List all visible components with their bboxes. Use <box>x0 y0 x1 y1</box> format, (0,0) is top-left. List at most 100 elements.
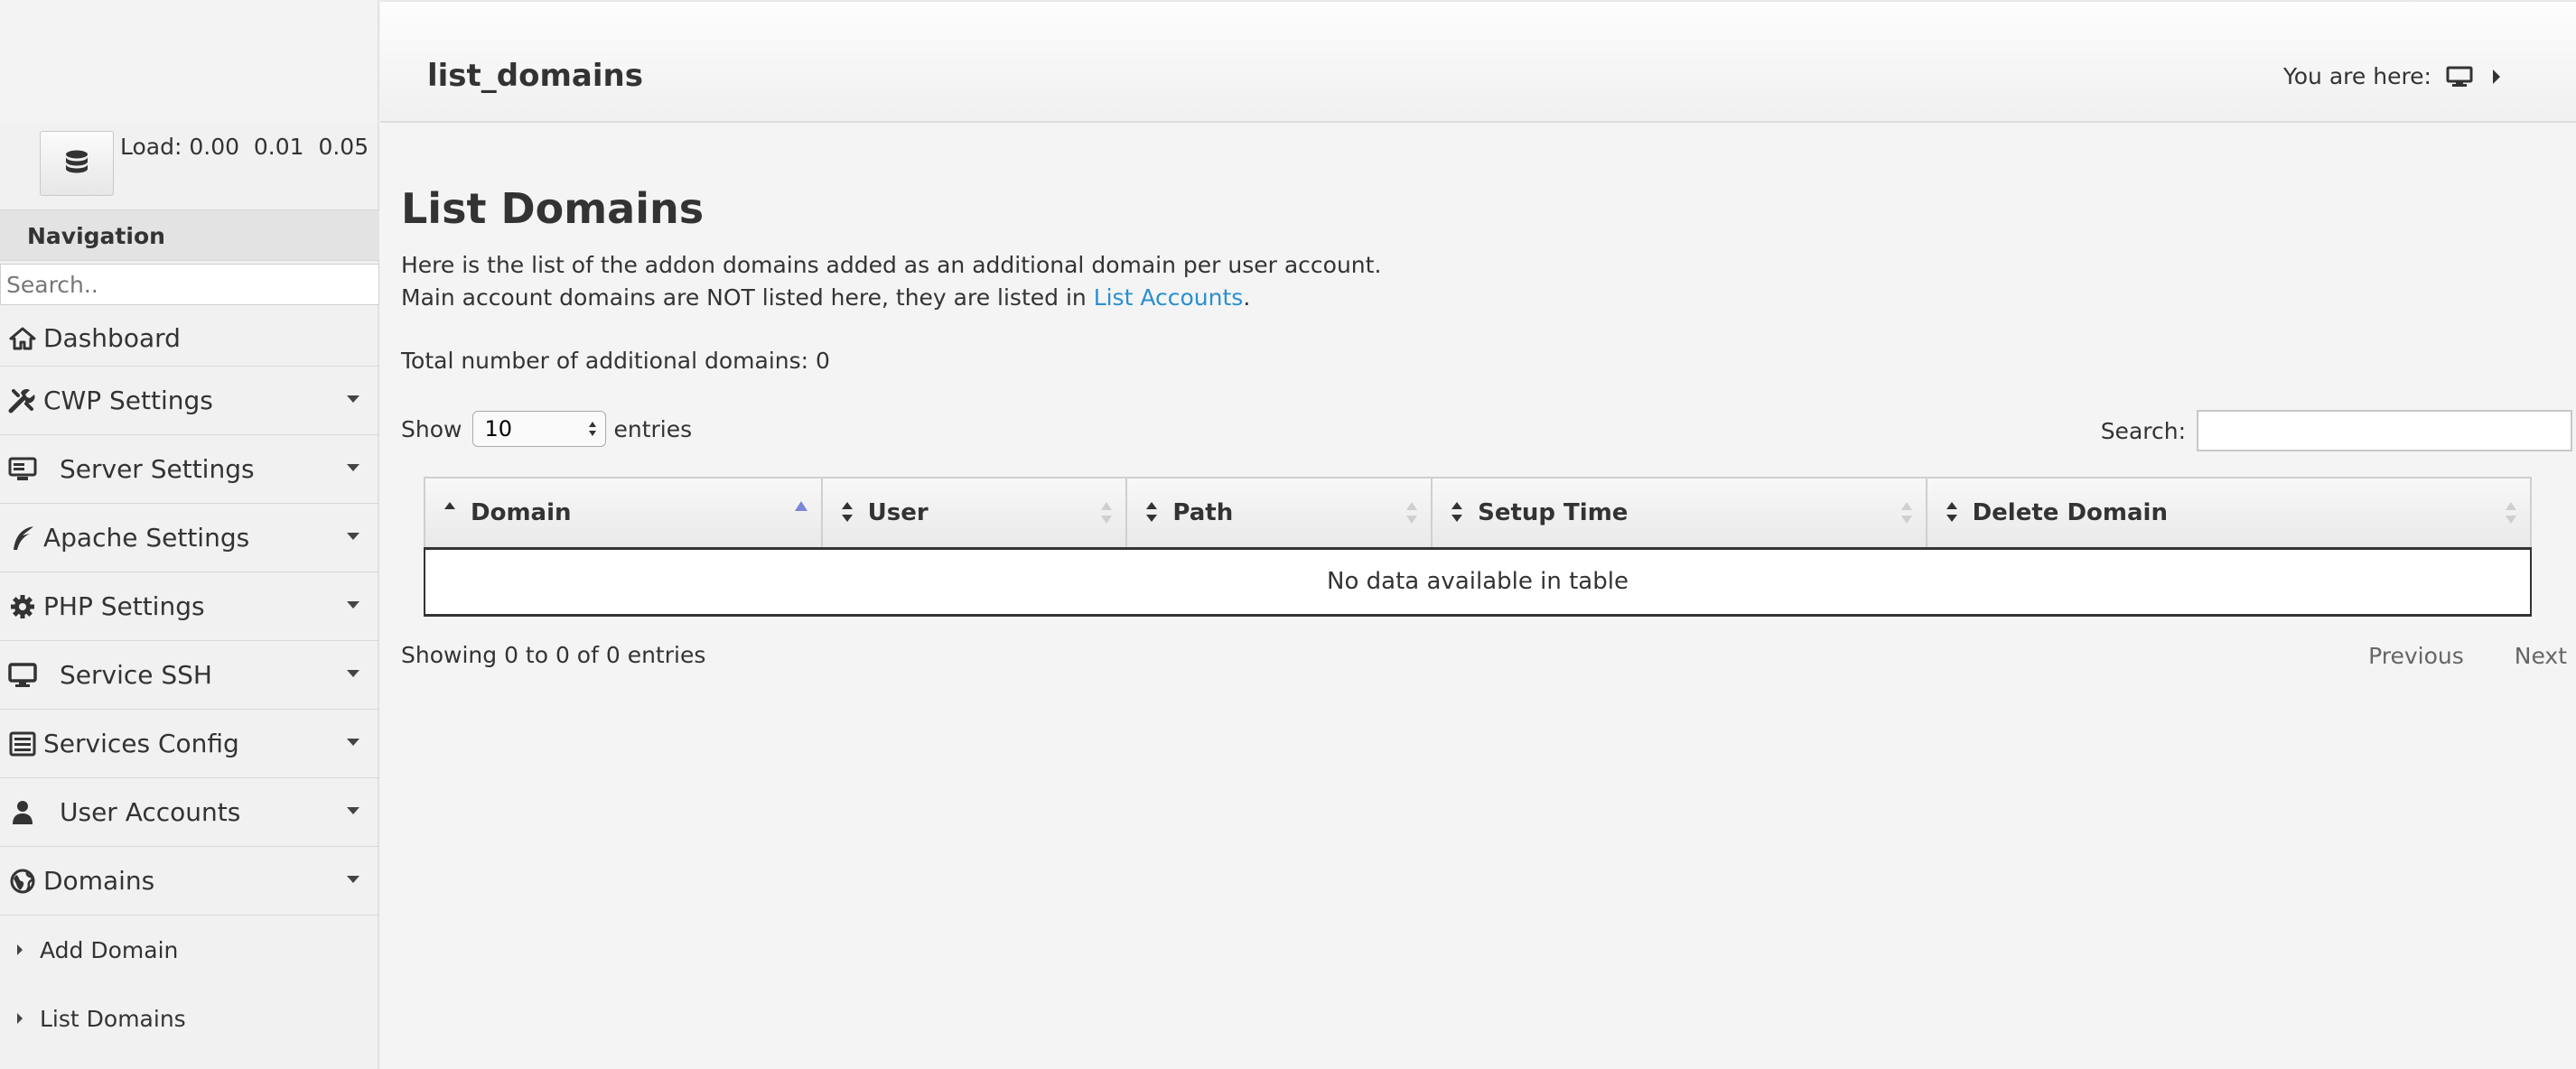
sidebar-subitem-label: List Domains <box>40 1005 186 1032</box>
chevron-down-icon <box>347 876 359 883</box>
column-header-delete-domain[interactable]: Delete Domain <box>1925 477 2533 550</box>
chevron-right-icon <box>17 1013 23 1024</box>
sidebar-item-label: CWP Settings <box>43 386 213 415</box>
sidebar-item-label: PHP Settings <box>43 591 205 621</box>
chevron-down-icon <box>347 464 359 471</box>
sidebar-item-domains[interactable]: Domains <box>0 847 379 916</box>
sidebar-item-label: Apache Settings <box>43 523 250 553</box>
stack-icon <box>7 729 38 759</box>
column-label: Path <box>1172 498 1234 526</box>
sort-inactive-icon <box>2506 502 2516 524</box>
home-icon <box>7 323 38 354</box>
total-domains: Total number of additional domains: 0 <box>401 348 830 374</box>
description-line-2: Main account domains are NOT listed here… <box>401 282 1381 314</box>
chevron-down-icon <box>347 739 359 746</box>
description: Here is the list of the addon domains ad… <box>401 249 1381 314</box>
entries-select-wrap: 10 <box>462 411 613 447</box>
description-text: . <box>1243 284 1251 311</box>
column-label: Setup Time <box>1478 498 1629 526</box>
sort-inactive-icon <box>1101 502 1113 524</box>
sidebar-item-label: Service SSH <box>60 660 212 690</box>
sidebar-item-label: Services Config <box>43 729 239 758</box>
list-accounts-link[interactable]: List Accounts <box>1094 284 1244 311</box>
chevron-down-icon <box>347 807 359 814</box>
sort-asc-icon <box>444 502 455 509</box>
previous-button[interactable]: Previous <box>2368 643 2464 669</box>
feather-icon <box>7 523 38 553</box>
chevron-down-icon <box>347 533 359 540</box>
table-search-input[interactable] <box>2197 410 2572 451</box>
chevron-right-icon <box>17 944 23 955</box>
content-heading: List Domains <box>401 184 705 233</box>
column-header-path[interactable]: Path <box>1125 477 1433 550</box>
sidebar-item-services-config[interactable]: Services Config <box>0 710 379 778</box>
sidebar-item-service-ssh[interactable]: Service SSH <box>0 641 379 710</box>
sidebar-item-cwp-settings[interactable]: CWP Settings <box>0 367 379 435</box>
sidebar-item-php-settings[interactable]: PHP Settings <box>0 572 379 641</box>
sidebar-item-dashboard[interactable]: Dashboard <box>0 311 379 367</box>
entries-select[interactable]: 10 <box>472 411 607 447</box>
table-search: Search: <box>2101 410 2572 451</box>
nav-search-input[interactable] <box>0 264 379 305</box>
column-header-user[interactable]: User <box>820 477 1128 550</box>
sort-both-icon <box>1946 502 1957 522</box>
table-info: Showing 0 to 0 of 0 entries <box>401 642 706 668</box>
nav-header: Navigation <box>0 209 379 261</box>
monitor-icon[interactable] <box>2446 66 2473 88</box>
sort-active-icon <box>794 501 807 511</box>
column-header-setup-time[interactable]: Setup Time <box>1431 477 1927 550</box>
tools-icon <box>7 386 38 416</box>
next-button[interactable]: Next <box>2515 643 2567 669</box>
sidebar-item-label: Server Settings <box>60 454 255 484</box>
breadcrumb-label: You are here: <box>2282 63 2431 89</box>
globe-icon <box>7 866 38 897</box>
column-label: Delete Domain <box>1972 498 2168 526</box>
entries-length-control: Show 10 entries <box>401 411 692 447</box>
table-row: No data available in table <box>424 548 2532 617</box>
chevron-down-icon <box>347 601 359 609</box>
sidebar-item-server-settings[interactable]: Server Settings <box>0 435 379 504</box>
sort-both-icon <box>841 502 853 522</box>
empty-table-message: No data available in table <box>424 548 2532 617</box>
logo-area <box>0 0 378 123</box>
pagination: Previous Next <box>2318 643 2567 669</box>
sidebar-item-apache-settings[interactable]: Apache Settings <box>0 504 379 572</box>
table-header-row: Domain User Path Setup Time Delete Domai… <box>424 477 2533 550</box>
page-title: list_domains <box>427 58 643 94</box>
column-header-domain[interactable]: Domain <box>424 477 823 550</box>
sidebar-item-label: Dashboard <box>43 323 181 353</box>
breadcrumb: You are here: <box>2283 63 2500 89</box>
monitor-icon <box>7 660 38 691</box>
column-label: User <box>867 498 929 526</box>
column-label: Domain <box>471 498 572 526</box>
sidebar-subitem-add-domain[interactable]: Add Domain <box>0 916 379 984</box>
sort-inactive-icon <box>1900 502 1912 524</box>
sidebar-item-user-accounts[interactable]: User Accounts <box>0 778 379 847</box>
sort-inactive-icon <box>1406 502 1418 524</box>
description-line-1: Here is the list of the addon domains ad… <box>401 252 1382 278</box>
nav-header-label: Navigation <box>27 223 165 249</box>
server-icon <box>7 454 38 485</box>
sidebar-item-label: User Accounts <box>60 797 241 827</box>
server-load: Load: 0.00 0.01 0.05 <box>120 134 369 160</box>
entries-label: entries <box>613 415 693 442</box>
chevron-right-icon <box>2493 69 2500 84</box>
top-header: list_domains You are here: <box>380 0 2576 123</box>
show-label: Show <box>401 415 462 442</box>
domains-table: Domain User Path Setup Time Delete Domai… <box>424 477 2533 617</box>
description-text: Main account domains are NOT listed here… <box>401 284 1094 311</box>
sort-both-icon <box>1146 502 1158 522</box>
database-button[interactable] <box>40 131 114 196</box>
chevron-down-icon <box>347 670 359 677</box>
sidebar-subitem-list-domains[interactable]: List Domains <box>0 984 379 1053</box>
gear-icon <box>7 591 38 622</box>
sort-both-icon <box>1451 502 1463 522</box>
sidebar-item-label: Domains <box>43 866 155 896</box>
database-icon <box>66 150 88 173</box>
sidebar: Load: 0.00 0.01 0.05 Navigation Dashboar… <box>0 0 379 1069</box>
table-search-label: Search: <box>2100 417 2186 444</box>
nav-list: Dashboard CWP Settings Server Settings A… <box>0 311 379 1053</box>
chevron-down-icon <box>347 395 359 403</box>
user-icon <box>7 797 38 828</box>
sidebar-subitem-label: Add Domain <box>40 936 179 963</box>
